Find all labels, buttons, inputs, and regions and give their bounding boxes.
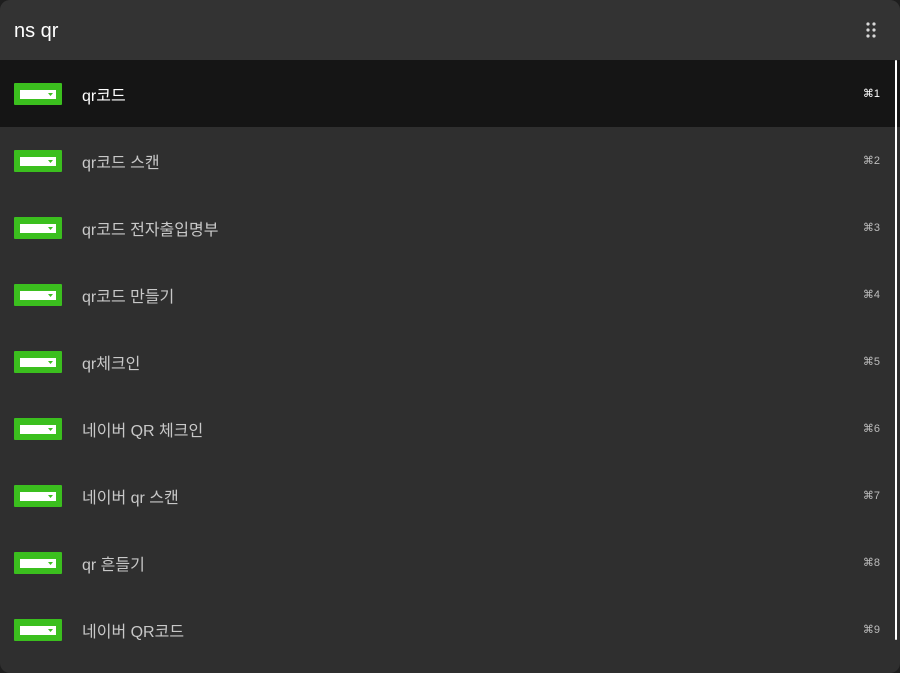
grid-dots-icon[interactable] — [866, 22, 876, 38]
shortcut-hint: ⌘2 — [862, 155, 880, 167]
result-item[interactable]: 네이버 QR코드 ⌘9 — [0, 596, 900, 663]
shortcut-hint: ⌘3 — [862, 222, 880, 234]
result-item[interactable]: qr 흔들기 ⌘8 — [0, 529, 900, 596]
result-label: qr체크인 — [82, 356, 141, 373]
result-label: qr코드 — [82, 88, 126, 105]
naver-search-app-icon — [14, 418, 62, 440]
results-list: qr코드 ⌘1 qr코드 스캔 ⌘2 qr코드 전자출입명부 ⌘3 qr코드 만… — [0, 60, 900, 663]
search-input[interactable] — [14, 16, 814, 46]
result-label: 네이버 qr 스캔 — [82, 490, 179, 507]
result-item[interactable]: qr코드 ⌘1 — [0, 60, 900, 127]
shortcut-hint: ⌘5 — [862, 356, 880, 368]
naver-search-app-icon — [14, 217, 62, 239]
naver-search-app-icon — [14, 619, 62, 641]
shortcut-hint: ⌘8 — [862, 557, 880, 569]
naver-search-app-icon — [14, 83, 62, 105]
result-label: qr코드 스캔 — [82, 155, 160, 172]
result-label: qr코드 전자출입명부 — [82, 222, 219, 239]
launcher-window: qr코드 ⌘1 qr코드 스캔 ⌘2 qr코드 전자출입명부 ⌘3 — [0, 0, 900, 673]
result-item[interactable]: 네이버 qr 스캔 ⌘7 — [0, 462, 900, 529]
shortcut-hint: ⌘1 — [862, 88, 880, 100]
shortcut-hint: ⌘4 — [862, 289, 880, 301]
search-bar — [0, 0, 900, 60]
shortcut-hint: ⌘6 — [862, 423, 880, 435]
result-label: qr코드 만들기 — [82, 289, 175, 306]
naver-search-app-icon — [14, 284, 62, 306]
result-label: 네이버 QR 체크인 — [82, 423, 204, 440]
result-item[interactable]: qr코드 만들기 ⌘4 — [0, 261, 900, 328]
naver-search-app-icon — [14, 552, 62, 574]
shortcut-hint: ⌘7 — [862, 490, 880, 502]
shortcut-hint: ⌘9 — [862, 624, 880, 636]
naver-search-app-icon — [14, 485, 62, 507]
result-item[interactable]: qr코드 스캔 ⌘2 — [0, 127, 900, 194]
result-label: 네이버 QR코드 — [82, 624, 185, 641]
result-item[interactable]: qr체크인 ⌘5 — [0, 328, 900, 395]
naver-search-app-icon — [14, 150, 62, 172]
scrollbar[interactable] — [895, 60, 897, 640]
naver-search-app-icon — [14, 351, 62, 373]
result-item[interactable]: 네이버 QR 체크인 ⌘6 — [0, 395, 900, 462]
result-item[interactable]: qr코드 전자출입명부 ⌘3 — [0, 194, 900, 261]
result-label: qr 흔들기 — [82, 557, 145, 574]
